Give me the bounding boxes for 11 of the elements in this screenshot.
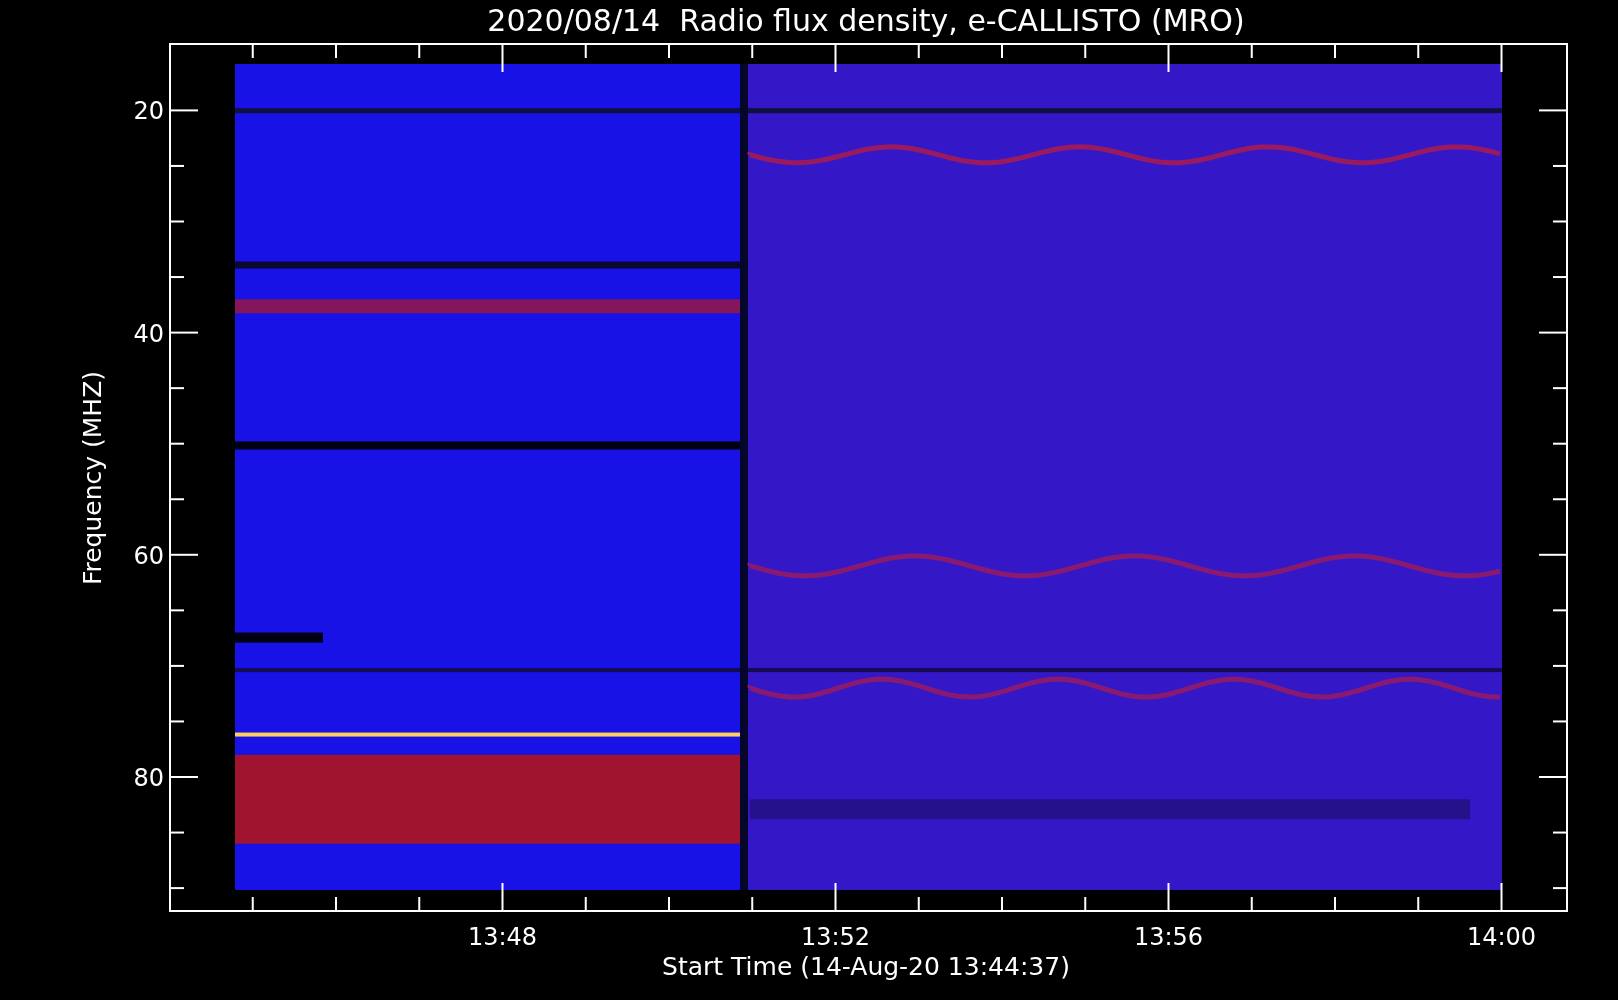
y-tick-label: 80 [133,764,164,792]
x-axis-label: Start Time (14-Aug-20 13:44:37) [662,952,1070,981]
chart-title: 2020/08/14 Radio flux density, e-CALLISTO (MRO) [487,3,1245,38]
x-tick-label: 13:56 [1133,923,1204,951]
y-tick-label: 60 [133,541,164,570]
y-tick-label: 40 [133,319,164,348]
x-tick-label: 13:52 [800,923,871,951]
y-axis-label: Frequency (MHZ) [78,370,107,586]
x-tick-label: 13:48 [467,923,538,951]
x-tick-label: 14:00 [1466,923,1537,951]
y-tick-label: 20 [133,97,164,126]
